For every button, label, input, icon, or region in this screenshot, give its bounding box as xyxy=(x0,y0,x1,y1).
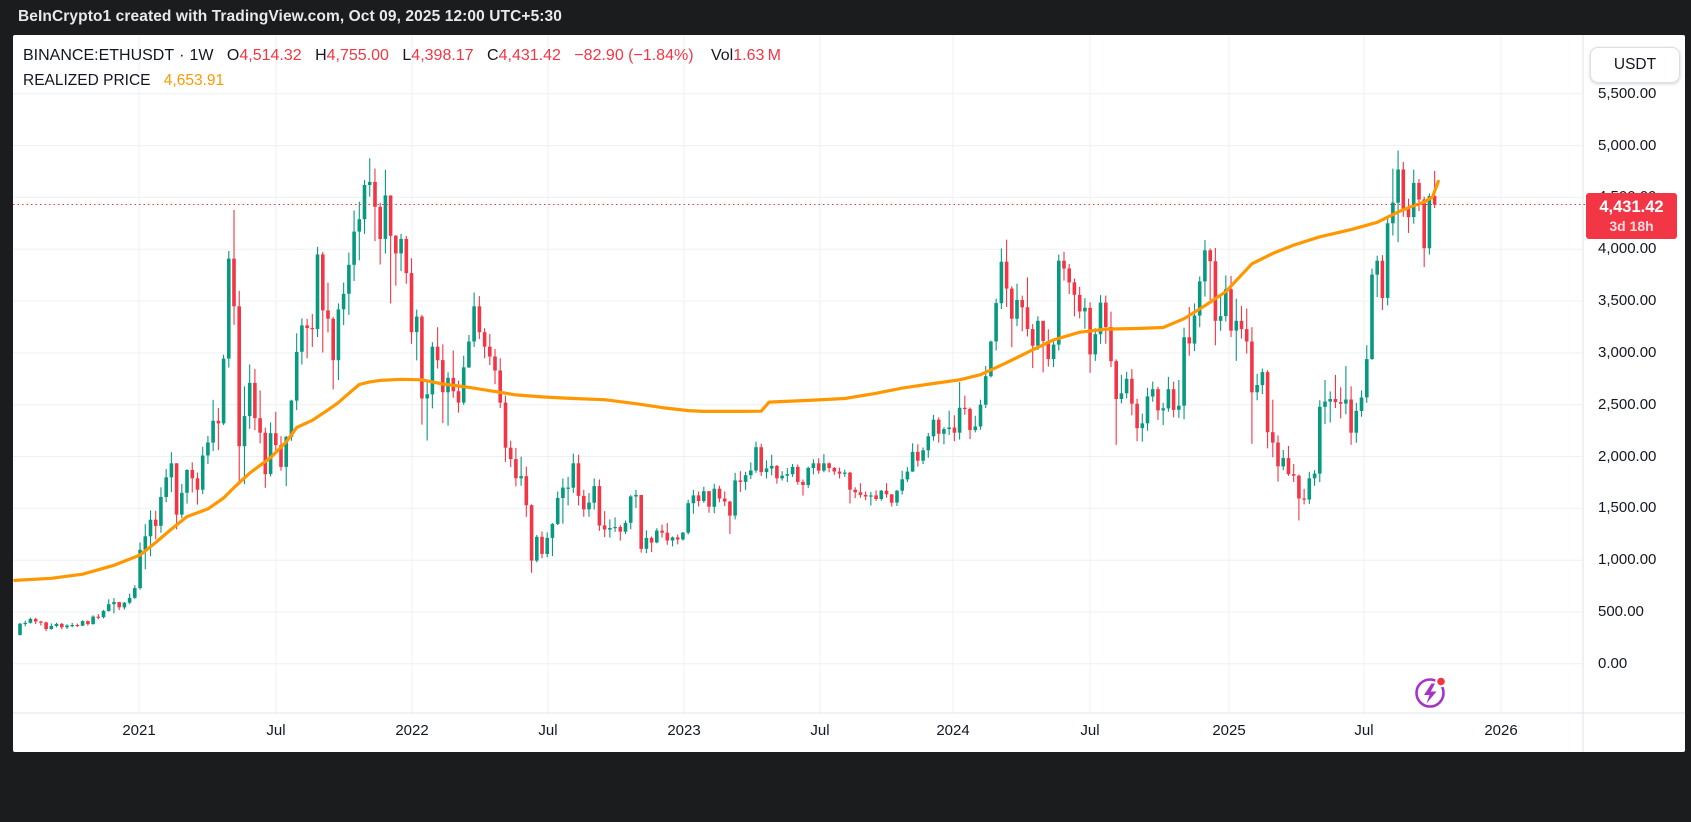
indicator-name: REALIZED PRICE xyxy=(23,72,151,89)
high-value: 4,755.00 xyxy=(326,47,389,64)
price-axis-label: 500.00 xyxy=(1598,603,1644,620)
symbol-name: BINANCE:ETHUSDT xyxy=(23,47,175,64)
realized-price-line xyxy=(13,179,1440,583)
price-axis-label: 2,000.00 xyxy=(1598,448,1657,465)
price-axis-label: 5,000.00 xyxy=(1598,137,1657,154)
change-value: −82.90 (−1.84%) xyxy=(574,47,694,64)
time-axis-label: 2023 xyxy=(667,722,701,739)
candles xyxy=(18,150,1437,636)
price-axis-label: 1,500.00 xyxy=(1598,499,1657,516)
last-price-label: 4,431.42 3d 18h xyxy=(1586,193,1677,239)
low-label: L xyxy=(402,47,412,64)
price-axis-label: 0.00 xyxy=(1598,655,1628,672)
volume-label: Vol xyxy=(710,47,734,64)
time-axis-label: 2025 xyxy=(1212,722,1246,739)
indicator-value: 4,653.91 xyxy=(163,72,225,89)
boost-rocket-icon[interactable] xyxy=(1415,675,1447,708)
price-axis-label: 5,500.00 xyxy=(1598,85,1657,102)
chart-plot-area[interactable] xyxy=(0,0,1691,822)
time-axis-label: Jul xyxy=(538,722,558,739)
legend-separator: · xyxy=(179,47,185,64)
time-axis-label: 2021 xyxy=(122,722,156,739)
indicator-legend[interactable]: REALIZED PRICE 4,653.91 xyxy=(23,72,224,90)
price-axis-label: 3,000.00 xyxy=(1598,344,1657,361)
last-price-value: 4,431.42 xyxy=(1599,197,1664,216)
low-value: 4,398.17 xyxy=(411,47,474,64)
tradingview-published-chart: BeInCrypto1 created with TradingView.com… xyxy=(0,0,1691,822)
time-axis-label: 2022 xyxy=(395,722,429,739)
bar-countdown: 3d 18h xyxy=(1609,217,1654,234)
price-axis-label: 4,000.00 xyxy=(1598,240,1657,257)
volume-value: 1.63 M xyxy=(733,47,781,64)
time-axis-label: Jul xyxy=(266,722,286,739)
footer-bar: TradingView xyxy=(0,752,1691,822)
price-axis-label: 2,500.00 xyxy=(1598,396,1657,413)
grid-lines xyxy=(13,35,1685,752)
currency-toggle-button[interactable]: USDT xyxy=(1590,47,1680,83)
interval-label: 1W xyxy=(189,47,214,64)
time-axis-label: 2024 xyxy=(936,722,970,739)
time-axis-label: Jul xyxy=(810,722,830,739)
time-axis-label: Jul xyxy=(1080,722,1100,739)
open-value: 4,514.32 xyxy=(239,47,302,64)
close-label: C xyxy=(487,47,499,64)
symbol-legend[interactable]: BINANCE:ETHUSDT · 1W O4,514.32 H4,755.00 L… xyxy=(23,47,781,65)
price-axis-label: 1,000.00 xyxy=(1598,551,1657,568)
time-axis-label: 2026 xyxy=(1484,722,1518,739)
close-value: 4,431.42 xyxy=(498,47,561,64)
price-axis-label: 3,500.00 xyxy=(1598,292,1657,309)
high-label: H xyxy=(315,47,327,64)
overlays xyxy=(13,179,1586,583)
time-axis-label: Jul xyxy=(1354,722,1374,739)
open-label: O xyxy=(226,47,240,64)
